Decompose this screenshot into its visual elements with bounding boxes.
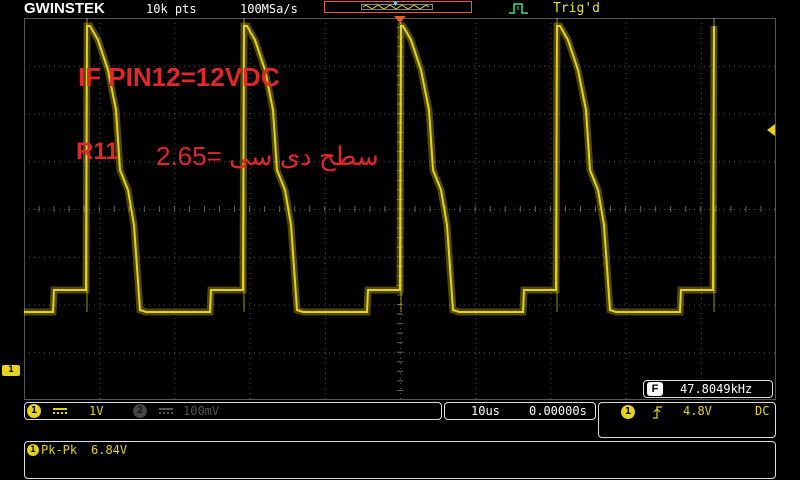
time-scale[interactable]: 10us bbox=[471, 404, 500, 418]
annotation-r11: R11 bbox=[76, 138, 119, 165]
time-offset[interactable]: 0.00000s bbox=[529, 404, 587, 418]
annotation-dc-level: سطح دی سی =2.65 bbox=[156, 141, 379, 171]
trigger-source-badge[interactable]: 1 bbox=[621, 405, 635, 419]
timebase-panel[interactable]: 10us 0.00000s bbox=[444, 402, 596, 420]
trigger-edge-icon bbox=[509, 3, 528, 14]
memory-trigger-icon: ▼ bbox=[393, 0, 398, 8]
frequency-counter: F 47.8049kHz bbox=[643, 380, 773, 398]
record-length[interactable]: 10k pts bbox=[146, 2, 197, 16]
trigger-panel[interactable]: 1 4.8V DC bbox=[598, 402, 776, 438]
brand-logo: GWINSTEK bbox=[24, 0, 105, 17]
dc-coupling-icon bbox=[53, 408, 67, 414]
memory-bar[interactable]: ▼ bbox=[324, 0, 472, 13]
trigger-level-marker[interactable] bbox=[767, 124, 775, 136]
measurement-label: Pk-Pk bbox=[41, 443, 78, 457]
ch1-ground-marker[interactable]: 1 bbox=[2, 365, 20, 376]
ch2-badge[interactable]: 2 bbox=[133, 404, 147, 418]
ch1-badge[interactable]: 1 bbox=[27, 404, 41, 418]
trigger-coupling[interactable]: DC bbox=[755, 404, 769, 418]
measurement-source-badge: 1 bbox=[27, 444, 39, 456]
trigger-level[interactable]: 4.8V bbox=[683, 404, 712, 418]
trigger-position-marker[interactable] bbox=[394, 16, 406, 23]
measurement-panel[interactable]: 1 Pk-Pk 6.84V bbox=[24, 441, 776, 479]
frequency-value: 47.8049kHz bbox=[680, 382, 753, 396]
ch1-scale[interactable]: 1V bbox=[89, 404, 103, 418]
rising-edge-icon bbox=[653, 406, 662, 419]
frequency-icon: F bbox=[647, 382, 663, 396]
trigger-status: Trig'd bbox=[553, 1, 600, 16]
sample-rate: 100MSa/s bbox=[240, 2, 298, 16]
ch2-scale[interactable]: 100mV bbox=[183, 404, 219, 418]
dc-coupling-icon bbox=[159, 408, 173, 414]
annotation-pin12: IF PIN12=12VDC bbox=[78, 62, 280, 92]
channel-panel[interactable]: 1 1V 2 100mV bbox=[24, 402, 442, 420]
measurement-value: 6.84V bbox=[91, 443, 128, 457]
